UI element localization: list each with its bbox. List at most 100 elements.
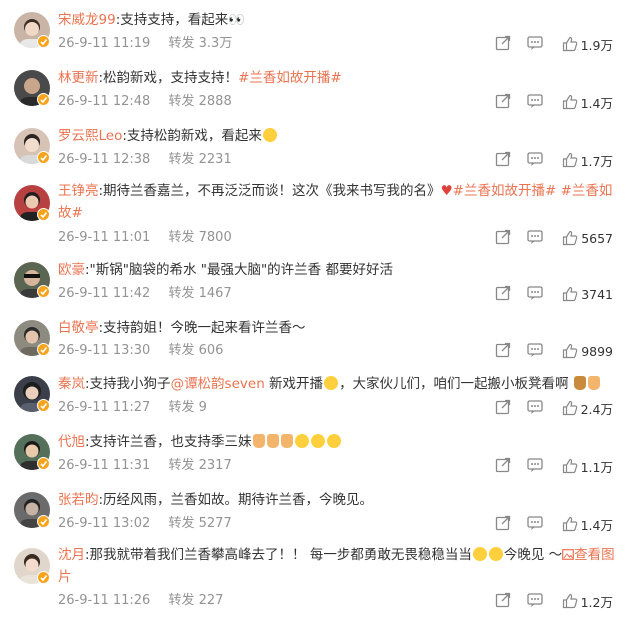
share-icon[interactable] <box>495 399 511 417</box>
comment-item: 林更新:松韵新戏，支持支持！#兰香如故开播# 26-9-11 12:48 转发 … <box>0 58 629 116</box>
comment-actions: 1.2万 <box>413 592 613 610</box>
like-button[interactable]: 1.7万 <box>562 151 613 169</box>
comment-body-suffix: 今晚见 ～ <box>503 547 563 563</box>
thumbs-up-icon <box>562 516 577 532</box>
comment-icon[interactable] <box>527 229 543 247</box>
commenter-name[interactable]: 白敬亭 <box>58 320 99 336</box>
comment-text: 欧豪:"斯锅"脑袋的希水 "最强大脑"的许兰香 都要好好活 <box>58 259 615 281</box>
comment-text: 林更新:松韵新戏，支持支持！#兰香如故开播# <box>58 67 615 89</box>
verified-badge-icon <box>37 343 50 356</box>
comment-actions: 3741 <box>413 285 613 303</box>
comment-icon[interactable] <box>527 285 543 303</box>
verified-badge-icon <box>37 151 50 164</box>
comment-icon[interactable] <box>527 515 543 533</box>
comment-item: 秦岚:支持我小狗子@谭松韵seven 新戏开播 ，大家伙儿们，咱们一起搬小板凳看啊… <box>0 368 629 426</box>
verified-badge-icon <box>37 457 50 470</box>
comment-date: 26-9-11 11:42 <box>58 286 151 301</box>
share-icon[interactable] <box>495 342 511 360</box>
repost-label: 转发 <box>168 343 195 358</box>
comment-meta: 26-9-11 12:38 转发 2231 <box>58 151 232 169</box>
share-icon[interactable] <box>495 592 511 610</box>
mention-link[interactable]: @谭松韵seven <box>171 376 265 392</box>
thumbs-up-icon <box>562 400 577 416</box>
commenter-name[interactable]: 秦岚 <box>58 376 85 392</box>
repost-label: 转发 <box>168 516 195 531</box>
comment-actions: 2.4万 <box>413 399 613 417</box>
heart-emoji-icon: ♥ <box>440 183 453 199</box>
comment-body: :支持许兰香，也支持季三妹 <box>85 434 252 450</box>
comment-date: 26-9-11 11:26 <box>58 593 151 608</box>
comment-date: 26-9-11 13:02 <box>58 516 151 531</box>
repost-count: 1467 <box>198 286 232 301</box>
repost-label: 转发 <box>168 458 195 473</box>
comment-actions: 9899 <box>413 342 613 360</box>
comment-actions: 1.9万 <box>413 35 613 53</box>
like-button[interactable]: 2.4万 <box>562 399 613 417</box>
verified-badge-icon <box>37 208 50 221</box>
like-button[interactable]: 1.9万 <box>562 35 613 53</box>
comment-icon[interactable] <box>527 35 543 53</box>
comment-date: 26-9-11 12:38 <box>58 152 151 167</box>
thumbs-up-icon <box>563 230 578 246</box>
like-button[interactable]: 1.4万 <box>562 515 613 533</box>
comment-date: 26-9-11 11:31 <box>58 458 151 473</box>
like-count: 1.9万 <box>580 37 613 53</box>
commenter-name[interactable]: 张若昀 <box>58 492 99 508</box>
comment-item: 欧豪:"斯锅"脑袋的希水 "最强大脑"的许兰香 都要好好活 26-9-11 11… <box>0 254 629 312</box>
comment-text: 秦岚:支持我小狗子@谭松韵seven 新戏开播 ，大家伙儿们，咱们一起搬小板凳看啊 <box>58 373 615 395</box>
commenter-name[interactable]: 代旭 <box>58 434 85 450</box>
comment-actions: 5657 <box>413 229 613 247</box>
comment-icon[interactable] <box>527 342 543 360</box>
comment-icon[interactable] <box>527 93 543 111</box>
comment-date: 26-9-11 11:27 <box>58 400 151 415</box>
share-icon[interactable] <box>495 229 511 247</box>
comment-meta: 26-9-11 11:42 转发 1467 <box>58 285 232 303</box>
comment-icon[interactable] <box>527 592 543 610</box>
commenter-name[interactable]: 欧豪 <box>58 262 85 278</box>
commenter-name[interactable]: 沈月 <box>58 547 85 563</box>
comment-actions: 1.1万 <box>413 457 613 475</box>
like-button[interactable]: 1.4万 <box>562 93 613 111</box>
repost-label: 转发 <box>168 230 195 245</box>
share-icon[interactable] <box>495 93 511 111</box>
topic-tag-link[interactable]: #兰香如故开播# <box>238 70 342 86</box>
like-button[interactable]: 1.1万 <box>562 457 613 475</box>
comment-body: :支持韵姐！今晚一起来看许兰香～ <box>98 320 306 336</box>
comment-date: 26-9-11 11:01 <box>58 230 151 245</box>
repost-count: 2888 <box>198 94 232 109</box>
share-icon[interactable] <box>495 35 511 53</box>
comment-date: 26-9-11 11:19 <box>58 36 151 51</box>
like-button[interactable]: 3741 <box>562 285 613 303</box>
share-icon[interactable] <box>495 285 511 303</box>
topic-tag-link[interactable]: #兰香如故开播# <box>453 183 557 199</box>
verified-badge-icon <box>37 93 50 106</box>
grin-emoji-icon <box>262 128 277 142</box>
thumbs-up-icon <box>563 343 578 359</box>
like-button[interactable]: 9899 <box>562 342 613 360</box>
comment-meta: 26-9-11 11:27 转发 9 <box>58 399 207 417</box>
comment-body: :期待兰香嘉兰，不再泛泛而谈！这次《我来书写我的名》 <box>98 183 441 199</box>
like-count: 1.7万 <box>580 153 613 169</box>
comment-icon[interactable] <box>527 151 543 169</box>
commenter-name[interactable]: 罗云熙Leo <box>58 128 122 144</box>
commenter-name[interactable]: 林更新 <box>58 70 99 86</box>
commenter-name[interactable]: 宋威龙99 <box>58 12 116 28</box>
comment-icon[interactable] <box>527 399 543 417</box>
repost-count: 3.3万 <box>198 36 233 51</box>
repost-label: 转发 <box>168 94 195 109</box>
share-icon[interactable] <box>495 457 511 475</box>
commenter-name[interactable]: 王铮亮 <box>58 183 99 199</box>
repost-count: 2317 <box>198 458 232 473</box>
comment-body-prefix: :支持我小狗子 <box>85 376 171 392</box>
like-button[interactable]: 5657 <box>562 229 613 247</box>
like-count: 2.4万 <box>580 401 613 417</box>
comment-icon[interactable] <box>527 457 543 475</box>
repost-count: 227 <box>198 593 224 608</box>
repost-label: 转发 <box>168 36 195 51</box>
like-button[interactable]: 1.2万 <box>562 592 613 610</box>
eyes-emoji-icon: 👀 <box>228 12 246 28</box>
comment-meta: 26-9-11 11:31 转发 2317 <box>58 457 232 475</box>
comment-actions: 1.4万 <box>413 93 613 111</box>
share-icon[interactable] <box>495 515 511 533</box>
share-icon[interactable] <box>495 151 511 169</box>
